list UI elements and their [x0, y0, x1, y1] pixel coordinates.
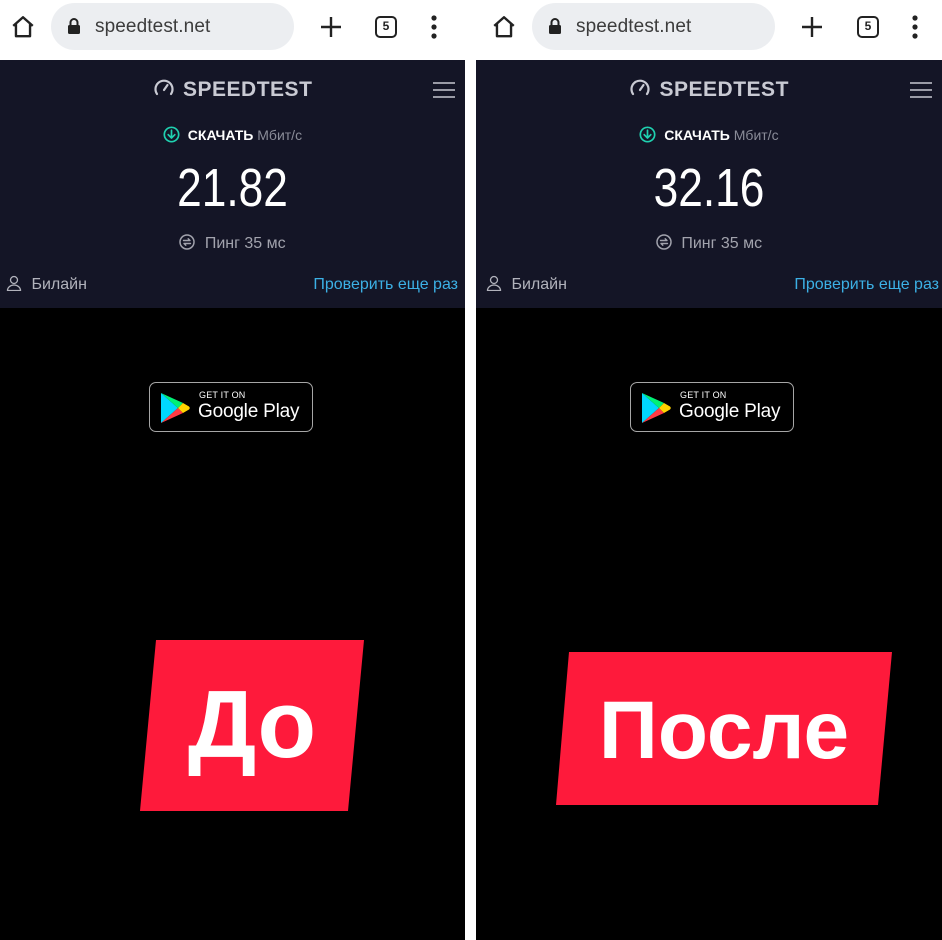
- speedtest-logo[interactable]: SPEEDTEST: [476, 78, 942, 102]
- speedtest-logo[interactable]: SPEEDTEST: [0, 78, 465, 102]
- download-speed-value: 32.16: [653, 158, 765, 218]
- hamburger-menu-icon[interactable]: [910, 82, 932, 100]
- google-play-icon: [161, 393, 190, 423]
- speedtest-header: SPEEDTEST СКАЧАТЬ Мбит/с 21.82 Пинг 35 м…: [0, 60, 465, 308]
- home-icon[interactable]: [10, 14, 36, 40]
- download-icon: [639, 126, 656, 143]
- download-label-row: СКАЧАТЬ Мбит/с: [0, 126, 465, 143]
- address-bar[interactable]: speedtest.net: [532, 3, 775, 50]
- more-vert-icon[interactable]: [911, 15, 919, 39]
- download-speed-value: 21.82: [177, 158, 288, 218]
- gauge-icon: [153, 79, 174, 96]
- isp-name: Билайн: [6, 276, 87, 294]
- ping-row: Пинг 35 мс: [476, 234, 942, 253]
- url-text: speedtest.net: [95, 16, 211, 37]
- user-icon: [6, 276, 22, 292]
- gauge-icon: [630, 79, 650, 96]
- before-label: До: [140, 640, 364, 811]
- browser-toolbar: speedtest.net 5: [0, 0, 465, 60]
- more-vert-icon[interactable]: [430, 15, 438, 39]
- user-icon: [486, 276, 502, 292]
- google-play-badge[interactable]: GET IT ON Google Play: [149, 382, 313, 432]
- ping-icon: [179, 234, 196, 251]
- isp-name: Билайн: [486, 276, 567, 294]
- ping-icon: [656, 234, 672, 251]
- new-tab-icon[interactable]: [800, 15, 824, 39]
- address-bar[interactable]: speedtest.net: [51, 3, 294, 50]
- download-label-row: СКАЧАТЬ Мбит/с: [476, 126, 942, 143]
- download-icon: [163, 126, 180, 143]
- tab-switcher-button[interactable]: 5: [375, 16, 397, 38]
- lock-icon: [549, 18, 561, 34]
- tab-switcher-button[interactable]: 5: [857, 16, 879, 38]
- browser-toolbar: speedtest.net 5: [476, 0, 942, 60]
- speedtest-header: SPEEDTEST СКАЧАТЬ Мбит/с 32.16 Пинг 35 м…: [476, 60, 942, 308]
- google-play-icon: [642, 393, 671, 423]
- url-text: speedtest.net: [576, 16, 692, 37]
- google-play-badge[interactable]: GET IT ON Google Play: [630, 382, 794, 432]
- hamburger-menu-icon[interactable]: [433, 82, 455, 100]
- ping-row: Пинг 35 мс: [0, 234, 465, 253]
- lock-icon: [68, 18, 80, 34]
- panel-before: speedtest.net 5 SPEEDTEST СКАЧАТЬ Мбит/с…: [0, 0, 465, 940]
- panel-after: speedtest.net 5 SPEEDTEST СКАЧАТЬ Мбит/с…: [476, 0, 942, 940]
- home-icon[interactable]: [491, 14, 517, 40]
- new-tab-icon[interactable]: [319, 15, 343, 39]
- retest-link[interactable]: Проверить еще раз: [794, 276, 939, 294]
- retest-link[interactable]: Проверить еще раз: [313, 276, 458, 294]
- after-label: После: [556, 652, 892, 805]
